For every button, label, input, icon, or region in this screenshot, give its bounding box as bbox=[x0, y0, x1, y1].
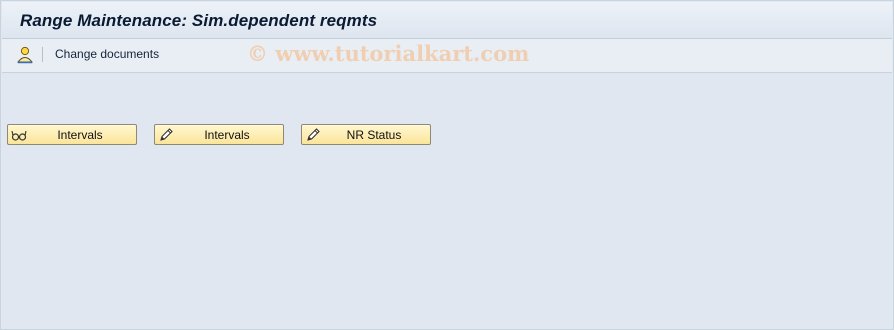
page-title: Range Maintenance: Sim.dependent reqmts bbox=[20, 11, 378, 30]
user-icon[interactable] bbox=[15, 45, 35, 65]
pencil-icon bbox=[305, 127, 321, 143]
display-intervals-label: Intervals bbox=[57, 128, 103, 142]
nr-status-label: NR Status bbox=[346, 128, 402, 142]
change-intervals-button[interactable]: Intervals bbox=[154, 124, 284, 145]
nr-status-button[interactable]: NR Status bbox=[301, 124, 431, 145]
content-area bbox=[2, 73, 892, 329]
change-intervals-label: Intervals bbox=[204, 128, 250, 142]
glasses-icon bbox=[11, 127, 27, 143]
pencil-icon bbox=[158, 127, 174, 143]
sap-window: Range Maintenance: Sim.dependent reqmts … bbox=[0, 0, 894, 330]
display-intervals-button[interactable]: Intervals bbox=[7, 124, 137, 145]
change-documents-button[interactable]: Change documents bbox=[55, 47, 159, 61]
title-bar: Range Maintenance: Sim.dependent reqmts bbox=[2, 2, 892, 39]
toolbar-separator bbox=[42, 47, 43, 62]
watermark: © www.tutorialkart.com bbox=[247, 41, 530, 66]
